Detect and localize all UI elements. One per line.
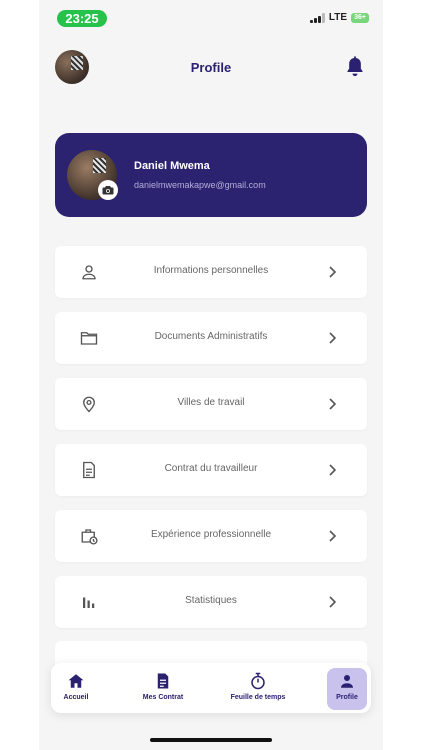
location-pin-icon xyxy=(83,396,95,413)
menu-label: Informations personnelles xyxy=(153,265,269,276)
user-icon xyxy=(82,265,96,280)
menu-item-experience-professionnelle[interactable]: Expérience professionnelle xyxy=(55,510,367,562)
camera-icon xyxy=(102,186,114,195)
profile-card: Daniel Mwema danielmwemakapwe@gmail.com xyxy=(55,133,367,217)
chevron-right-icon xyxy=(329,398,337,410)
network-type: LTE xyxy=(328,12,347,23)
menu-label: Expérience professionnelle xyxy=(150,529,272,540)
home-icon xyxy=(68,674,84,688)
battery-icon: 36+ xyxy=(351,12,369,23)
nav-label: Profile xyxy=(336,694,358,701)
menu-item-villes-de-travail[interactable]: Villes de travail xyxy=(55,378,367,430)
chevron-right-icon xyxy=(329,464,337,476)
nav-feuille-de-temps[interactable]: Feuille de temps xyxy=(225,668,291,710)
status-indicators: LTE 36+ xyxy=(309,12,369,23)
chevron-right-icon xyxy=(329,266,337,278)
nav-profile[interactable]: Profile xyxy=(327,668,367,710)
chevron-right-icon xyxy=(329,530,337,542)
nav-label: Feuille de temps xyxy=(230,694,286,701)
chevron-right-icon xyxy=(329,596,337,608)
home-indicator[interactable] xyxy=(150,738,272,742)
nav-accueil[interactable]: Accueil xyxy=(55,668,97,710)
status-time: 23:25 xyxy=(57,10,107,27)
file-icon xyxy=(157,673,169,689)
nav-label: Mes Contrat xyxy=(142,694,184,701)
menu-item-contrat-du-travailleur[interactable]: Contrat du travailleur xyxy=(55,444,367,496)
phone-screen: 23:25 LTE 36+ Profile Daniel Mwema danie… xyxy=(39,0,383,750)
chevron-right-icon xyxy=(329,332,337,344)
menu-label: Documents Administratifs xyxy=(154,331,268,342)
profile-name: Daniel Mwema xyxy=(134,160,210,172)
stopwatch-icon xyxy=(251,672,265,690)
status-bar: 23:25 LTE 36+ xyxy=(39,8,383,28)
profile-icon xyxy=(341,675,353,688)
signal-icon xyxy=(309,12,325,23)
briefcase-clock-icon xyxy=(81,529,98,545)
nav-mes-contrat[interactable]: Mes Contrat xyxy=(133,668,193,710)
menu-label: Villes de travail xyxy=(177,397,245,408)
menu-label: Statistiques xyxy=(185,595,237,606)
profile-email: danielmwemakapwe@gmail.com xyxy=(134,180,266,190)
nav-label: Accueil xyxy=(63,694,89,701)
page-title: Profile xyxy=(190,60,232,75)
battery-level: 36+ xyxy=(354,14,366,21)
menu-label: Contrat du travailleur xyxy=(164,463,258,474)
change-photo-button[interactable] xyxy=(98,180,118,200)
menu-item-documents-administratifs[interactable]: Documents Administratifs xyxy=(55,312,367,364)
folder-icon xyxy=(80,332,98,345)
app-header: Profile xyxy=(39,50,383,86)
bar-chart-icon xyxy=(83,597,95,608)
document-icon xyxy=(83,461,95,479)
menu-item-statistiques[interactable]: Statistiques xyxy=(55,576,367,628)
bottom-nav: Accueil Mes Contrat Feuille de temps Pro… xyxy=(51,663,371,713)
menu-item-informations-personnelles[interactable]: Informations personnelles xyxy=(55,246,367,298)
bell-icon[interactable] xyxy=(345,56,365,78)
